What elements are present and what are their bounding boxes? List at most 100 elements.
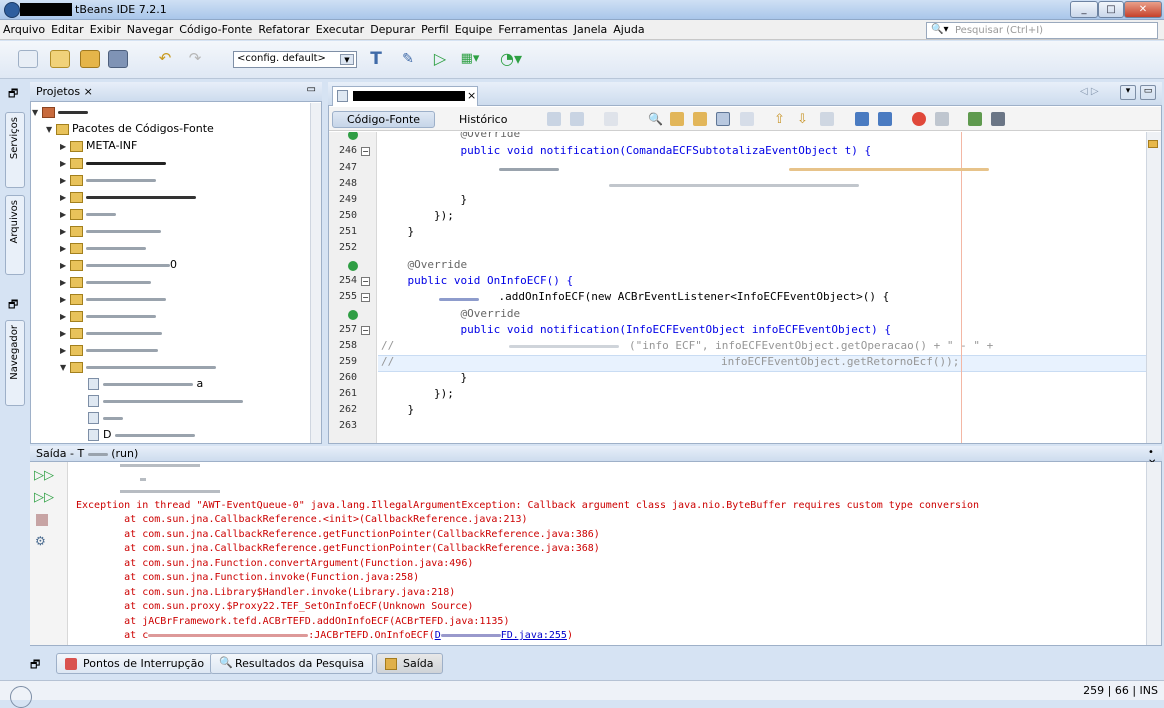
menu-item-3[interactable]: Navegar [124, 20, 177, 39]
tree-row-package[interactable]: ▶ [60, 173, 156, 189]
tree-row-package[interactable]: ▶ [60, 326, 162, 342]
tree-row-package[interactable]: ▶ [60, 190, 196, 206]
new-project-icon[interactable] [50, 50, 70, 68]
fold-icon[interactable]: − [361, 147, 370, 156]
maximize-editor-icon[interactable]: ▭ [1140, 85, 1156, 100]
menu-item-7[interactable]: Depurar [367, 20, 418, 39]
menu-item-0[interactable]: Arquivo [0, 20, 48, 39]
shift-left-icon[interactable] [855, 112, 869, 126]
configuration-select[interactable]: <config. default> ▼ [233, 51, 357, 68]
tab-services[interactable]: Serviços [5, 112, 25, 188]
menu-item-12[interactable]: Ajuda [610, 20, 647, 39]
comment-icon[interactable] [968, 112, 982, 126]
tree-row-source-packages[interactable]: ▼ Pacotes de Códigos-Fonte [46, 122, 214, 138]
menu-item-1[interactable]: Editar [48, 20, 87, 39]
rerun-with-args-icon[interactable]: ▷▷ [34, 490, 54, 505]
tree-row-meta-inf[interactable]: ▶ META-INF [60, 139, 137, 155]
minimize-button[interactable]: _ [1070, 1, 1098, 18]
tree-row-package[interactable]: ▶ [60, 309, 156, 325]
menu-item-10[interactable]: Ferramentas [495, 20, 570, 39]
source-view-button[interactable]: Código-Fonte [332, 111, 436, 128]
menu-item-8[interactable]: Perfil [418, 20, 452, 39]
build-hammer-icon[interactable]: T [366, 50, 386, 68]
back-icon[interactable] [570, 112, 584, 126]
window-group-icon-3[interactable]: 🗗 [30, 656, 40, 675]
tab-output[interactable]: Saída [376, 653, 443, 674]
shift-right-icon[interactable] [878, 112, 892, 126]
stacktrace-link[interactable]: D FD.java:255 [435, 630, 567, 641]
tree-row-package-open[interactable]: ▼ [60, 360, 216, 376]
tab-files[interactable]: Arquivos [5, 195, 25, 275]
redo-icon[interactable]: ↷ [185, 50, 205, 68]
find-icon[interactable]: 🔍 [648, 112, 663, 126]
maximize-button[interactable]: □ [1098, 1, 1124, 18]
tree-row-package[interactable]: ▶ [60, 207, 116, 223]
toggle-bookmark-icon[interactable] [820, 112, 834, 126]
history-view-button[interactable]: Histórico [444, 111, 522, 128]
tree-row-file[interactable] [88, 394, 243, 410]
close-tab-icon[interactable]: × [467, 89, 476, 102]
window-group-icon[interactable]: 🗗 [8, 85, 18, 104]
stop-icon[interactable] [36, 514, 48, 526]
rerun-icon[interactable]: ▷▷ [34, 468, 54, 483]
tree-row-project[interactable]: ▼ [32, 105, 88, 121]
debug-icon[interactable]: ▦▾ [460, 50, 480, 68]
close-tab-icon[interactable]: × [84, 85, 93, 98]
menu-item-4[interactable]: Código-Fonte [176, 20, 255, 39]
run-icon[interactable]: ▷ [430, 50, 450, 68]
open-project-icon[interactable] [80, 50, 100, 68]
menu-item-5[interactable]: Refatorar [255, 20, 312, 39]
next-bookmark-icon[interactable]: ⇩ [797, 112, 811, 127]
find-prev-icon[interactable] [670, 112, 684, 126]
forward-icon[interactable] [604, 112, 618, 126]
profile-icon[interactable]: ◔▾ [500, 50, 522, 68]
settings-icon[interactable]: ⚙ [35, 534, 46, 548]
scroll-tabs-icon[interactable]: ◁ ▷ [1080, 86, 1099, 97]
last-edit-icon[interactable] [547, 112, 561, 126]
toggle-rect-select-icon[interactable] [740, 112, 754, 126]
minimize-panel-icon[interactable]: ▭ [307, 84, 316, 95]
tree-row-package[interactable]: ▶ [60, 343, 158, 359]
prev-bookmark-icon[interactable]: ⇧ [774, 112, 788, 127]
close-window-button[interactable]: ✕ [1124, 1, 1162, 18]
new-file-icon[interactable] [18, 50, 38, 68]
fold-icon[interactable]: − [361, 277, 370, 286]
warning-stripe-icon[interactable] [1148, 140, 1158, 148]
toggle-highlight-icon[interactable] [716, 112, 730, 126]
tree-row-file[interactable]: a [88, 377, 203, 393]
menu-item-2[interactable]: Exibir [87, 20, 124, 39]
tree-row-package[interactable]: ▶ [60, 156, 166, 172]
code-area[interactable]: @Override 246 − public void notification… [329, 132, 1119, 443]
tree-row-package[interactable]: ▶ [60, 292, 166, 308]
tab-breakpoints[interactable]: Pontos de Interrupção [56, 653, 214, 674]
tree-row-package[interactable]: ▶ [60, 224, 161, 240]
output-title[interactable]: Saída - T (run) [36, 447, 138, 460]
tree-row-package[interactable]: ▶ [60, 241, 146, 257]
uncomment-icon[interactable] [991, 112, 1005, 126]
tree-row-file[interactable]: D [88, 428, 195, 444]
undo-icon[interactable]: ↶ [155, 50, 175, 68]
menu-item-11[interactable]: Janela [571, 20, 611, 39]
find-next-icon[interactable] [693, 112, 707, 126]
stop-macro-icon[interactable] [935, 112, 949, 126]
tab-projects[interactable]: Projetos × [36, 85, 93, 98]
editor-scrollbar[interactable] [1146, 132, 1161, 443]
tab-editor-file[interactable]: × [332, 86, 478, 106]
tab-navigator[interactable]: Navegador [5, 320, 25, 406]
tab-search-results[interactable]: 🔍 Resultados da Pesquisa [210, 653, 374, 674]
tree-row-package[interactable]: ▶ [60, 275, 151, 291]
menu-item-6[interactable]: Executar [313, 20, 368, 39]
menu-item-9[interactable]: Equipe [452, 20, 496, 39]
tree-row-file[interactable] [88, 411, 123, 427]
fold-icon[interactable]: − [361, 293, 370, 302]
window-group-icon-2[interactable]: 🗗 [8, 296, 18, 315]
output-scrollbar[interactable] [1146, 462, 1161, 645]
projects-scrollbar[interactable] [310, 103, 321, 443]
tree-row-package[interactable]: ▶ 0 [60, 258, 177, 274]
start-macro-icon[interactable] [912, 112, 926, 126]
output-text-area[interactable]: Exception in thread "AWT-EventQueue-0" j… [68, 462, 1146, 645]
notifications-icon[interactable] [10, 686, 32, 708]
tab-list-icon[interactable]: ▾ [1120, 85, 1136, 100]
search-input[interactable]: 🔍▾ Pesquisar (Ctrl+I) [926, 22, 1158, 39]
save-all-icon[interactable] [108, 50, 128, 68]
